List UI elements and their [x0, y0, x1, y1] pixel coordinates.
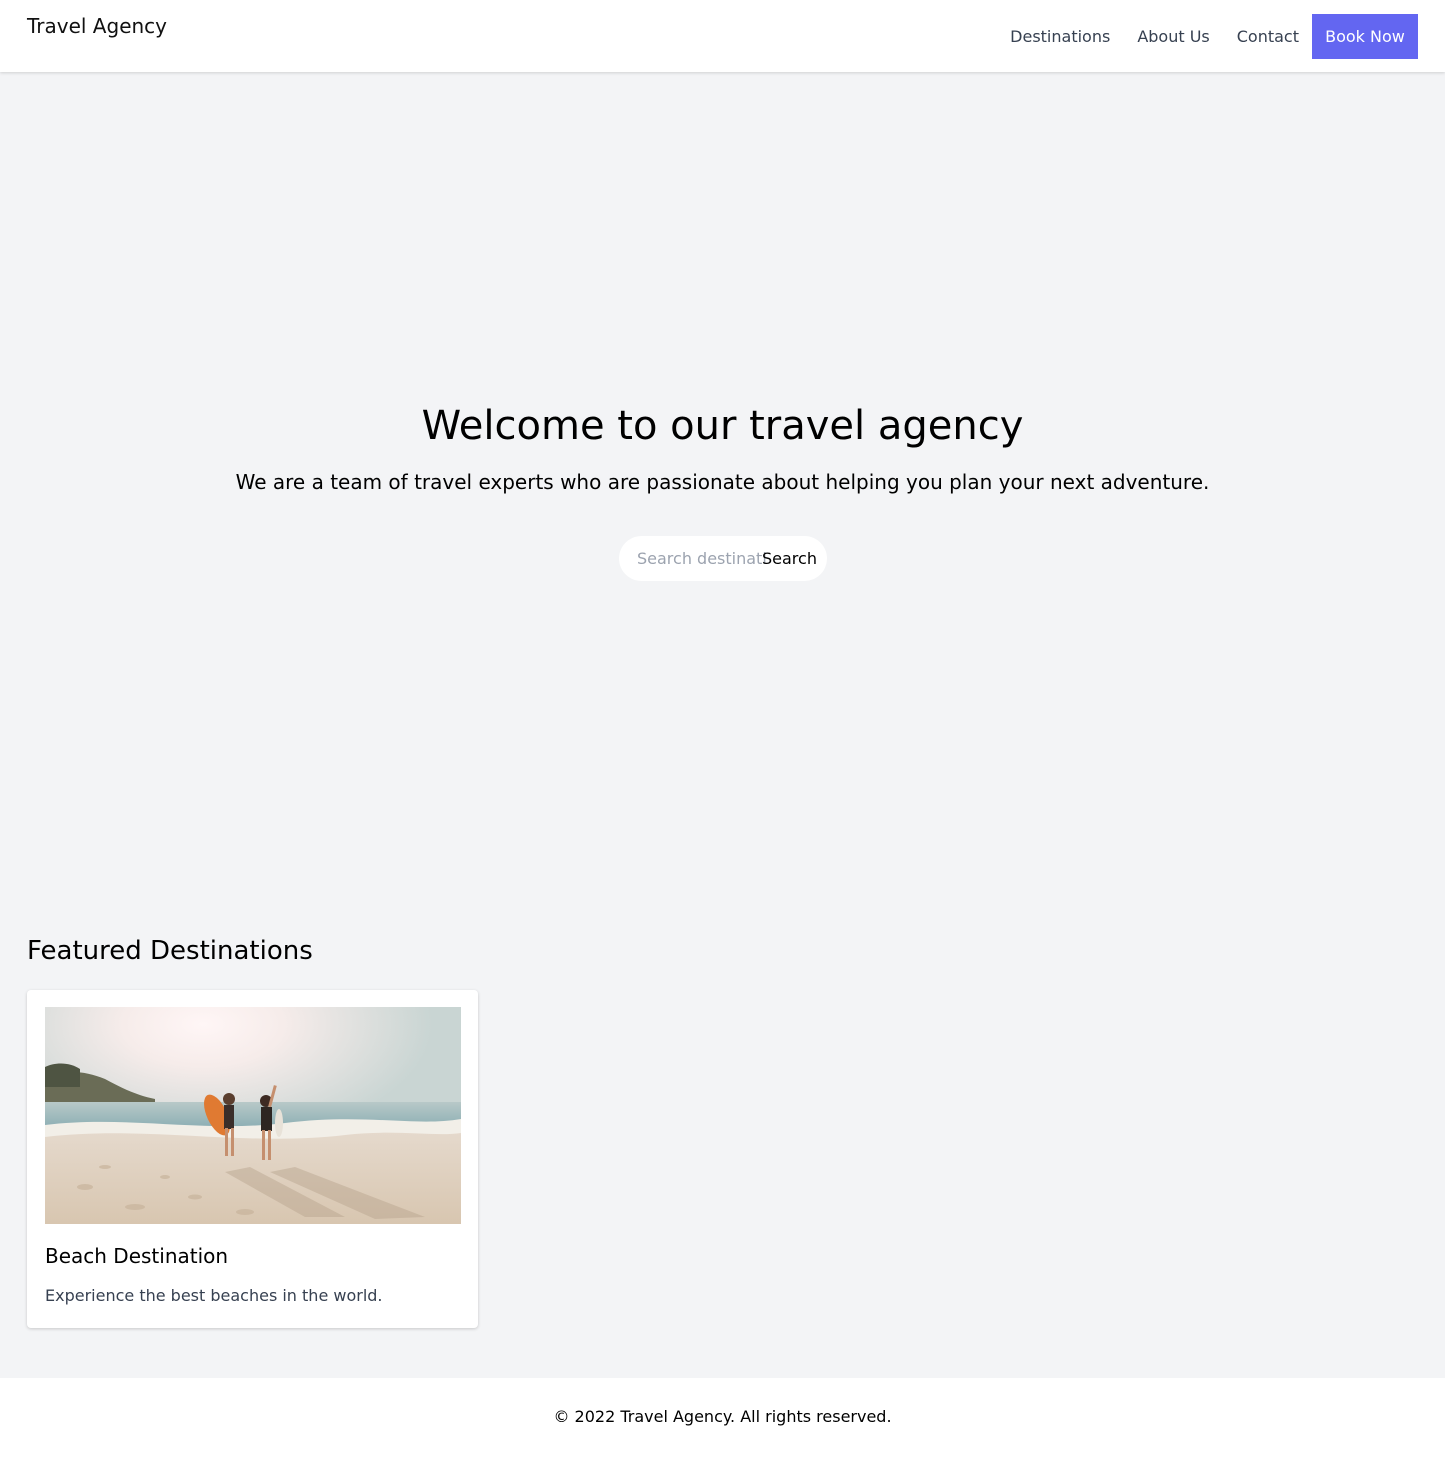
nav-link-destinations[interactable]: Destinations	[1010, 27, 1110, 46]
card-description: Experience the best beaches in the world…	[45, 1286, 383, 1305]
site-header: Travel Agency Destinations About Us Cont…	[0, 0, 1445, 72]
search-input[interactable]	[637, 536, 767, 581]
main-nav: Destinations About Us Contact Book Now	[1010, 14, 1418, 59]
site-footer: © 2022 Travel Agency. All rights reserve…	[0, 1378, 1445, 1459]
beach-image	[45, 1007, 461, 1224]
search-box: Search	[619, 536, 827, 581]
nav-link-contact[interactable]: Contact	[1237, 27, 1299, 46]
destination-card[interactable]: Beach Destination Experience the best be…	[27, 990, 478, 1328]
copyright-text: © 2022 Travel Agency. All rights reserve…	[553, 1407, 892, 1426]
brand-logo[interactable]: Travel Agency	[27, 14, 167, 38]
hero-subtitle: We are a team of travel experts who are …	[235, 470, 1210, 494]
card-title: Beach Destination	[45, 1244, 229, 1268]
hero-title: Welcome to our travel agency	[421, 403, 1024, 449]
featured-destinations-title: Featured Destinations	[27, 936, 313, 966]
nav-link-about-us[interactable]: About Us	[1137, 27, 1209, 46]
book-now-button[interactable]: Book Now	[1312, 14, 1418, 59]
search-button[interactable]: Search	[762, 536, 822, 581]
